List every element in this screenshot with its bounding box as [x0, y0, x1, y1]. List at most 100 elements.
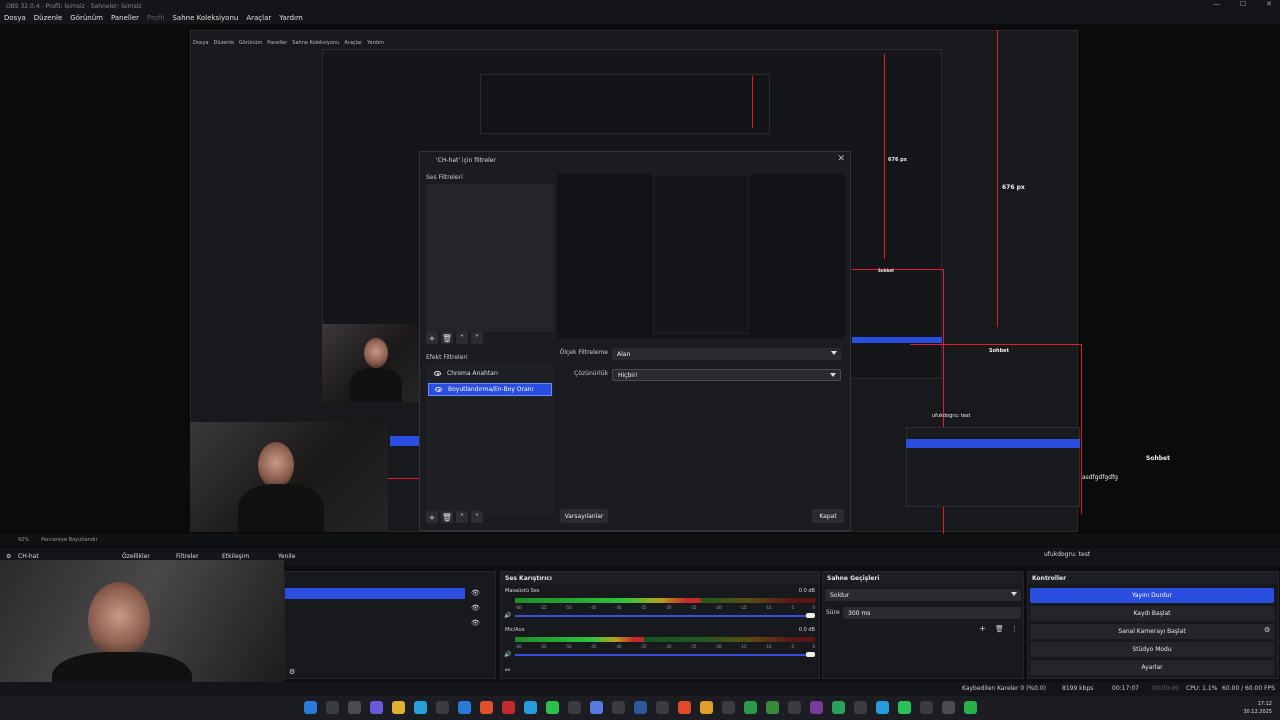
- telegram-icon[interactable]: [524, 701, 537, 714]
- volume-slider[interactable]: [515, 654, 815, 656]
- app-icon[interactable]: [458, 701, 471, 714]
- volume-knob[interactable]: [806, 652, 815, 657]
- opera-icon[interactable]: [502, 701, 515, 714]
- guide-line-vertical-2: [884, 54, 885, 259]
- app-icon[interactable]: [722, 701, 735, 714]
- app-icon[interactable]: [766, 701, 779, 714]
- menu-view[interactable]: Görünüm: [70, 14, 103, 22]
- menu-help[interactable]: Yardım: [279, 14, 303, 22]
- settings-button[interactable]: Ayarlar: [1030, 660, 1274, 675]
- properties-button[interactable]: Özellikler: [122, 553, 150, 560]
- interact-button[interactable]: Etkileşim: [222, 553, 249, 560]
- link-icon[interactable]: ⚯: [505, 667, 510, 674]
- eye-icon[interactable]: [435, 387, 442, 392]
- app-icon[interactable]: [788, 701, 801, 714]
- meter-tick: -10: [765, 605, 772, 610]
- sources-dock: 👁 👁 👁 ⚙: [284, 571, 496, 679]
- resolution-select[interactable]: Hiçbiri: [612, 369, 841, 381]
- add-icon[interactable]: +: [426, 511, 438, 523]
- filter-item-chroma[interactable]: Chroma Anahtarı: [428, 367, 552, 380]
- arrow-up-icon[interactable]: ˄: [456, 332, 468, 344]
- meter-tick: -25: [690, 605, 697, 610]
- nested-obs-window-3: [480, 74, 770, 134]
- gear-icon[interactable]: ⚙: [289, 668, 295, 676]
- whatsapp-icon[interactable]: [898, 701, 911, 714]
- app-icon[interactable]: [678, 701, 691, 714]
- app-icon[interactable]: [854, 701, 867, 714]
- taskview-icon[interactable]: [348, 701, 361, 714]
- defaults-button[interactable]: Varsayılanlar: [560, 509, 608, 523]
- dialog-close-icon[interactable]: ✕: [837, 154, 845, 164]
- app-icon[interactable]: [590, 701, 603, 714]
- edge-icon[interactable]: [414, 701, 427, 714]
- transition-select[interactable]: Soldur: [825, 589, 1021, 601]
- menu-scene-collection[interactable]: Sahne Koleksiyonu: [172, 14, 238, 22]
- channel-meter: [515, 637, 644, 642]
- stop-stream-button[interactable]: Yayını Durdur: [1030, 588, 1274, 603]
- app-icon[interactable]: [436, 701, 449, 714]
- trash-icon[interactable]: 🗑: [441, 332, 453, 344]
- folder-icon[interactable]: [392, 701, 405, 714]
- add-icon[interactable]: +: [426, 332, 438, 344]
- audio-filters-list[interactable]: [426, 184, 554, 332]
- close-icon[interactable]: ✕: [1266, 0, 1272, 8]
- eye-icon[interactable]: 👁: [471, 619, 480, 627]
- rec-time: 00:00:00: [1152, 685, 1179, 692]
- app-icon[interactable]: [876, 701, 889, 714]
- gear-icon[interactable]: ⚙: [1264, 626, 1270, 634]
- app-icon[interactable]: [700, 701, 713, 714]
- app-icon[interactable]: [810, 701, 823, 714]
- add-icon[interactable]: +: [979, 624, 986, 633]
- menu-tools[interactable]: Araçlar: [246, 14, 271, 22]
- app-icon[interactable]: [370, 701, 383, 714]
- start-recording-button[interactable]: Kaydı Başlat: [1030, 606, 1274, 621]
- arrow-up-icon[interactable]: ˄: [456, 511, 468, 523]
- app-icon[interactable]: [656, 701, 669, 714]
- studio-mode-button[interactable]: Stüdyo Modu: [1030, 642, 1274, 657]
- app-icon[interactable]: [612, 701, 625, 714]
- trash-icon[interactable]: 🗑: [995, 625, 1004, 633]
- close-button[interactable]: Kapat: [812, 509, 844, 523]
- menu-profile[interactable]: Profil: [147, 14, 164, 22]
- trash-icon[interactable]: 🗑: [441, 511, 453, 523]
- start-virtualcam-button[interactable]: Sanal Kamerayı Başlat: [1030, 624, 1274, 639]
- webcam-overlay: [0, 560, 284, 696]
- start-icon[interactable]: [304, 701, 317, 714]
- volume-knob[interactable]: [806, 613, 815, 618]
- menu-edit[interactable]: Düzenle: [34, 14, 63, 22]
- arrow-down-icon[interactable]: ˅: [471, 332, 483, 344]
- eye-icon[interactable]: [434, 371, 441, 376]
- chrome-icon[interactable]: [480, 701, 493, 714]
- refresh-button[interactable]: Yenile: [278, 553, 295, 560]
- play-icon[interactable]: [964, 701, 977, 714]
- menu-file[interactable]: Dosya: [4, 14, 26, 22]
- maximize-icon[interactable]: ☐: [1240, 0, 1246, 8]
- zoom-level[interactable]: 92%: [18, 537, 29, 543]
- obs-icon[interactable]: [942, 701, 955, 714]
- window-title: OBS 32.0.4 - Profil: İsimsiz - Sahneler:…: [6, 2, 142, 10]
- more-icon[interactable]: ⋮: [1011, 625, 1018, 633]
- eye-icon[interactable]: 👁: [471, 604, 480, 612]
- meter-tick: -50: [565, 644, 572, 649]
- spotify-icon[interactable]: [546, 701, 559, 714]
- app-icon[interactable]: [920, 701, 933, 714]
- app-icon[interactable]: [744, 701, 757, 714]
- speaker-icon[interactable]: 🔊: [504, 612, 511, 619]
- system-clock[interactable]: 17:12 30.12.2025: [1243, 700, 1272, 716]
- duration-input[interactable]: 300 ms: [843, 607, 1021, 619]
- speaker-icon[interactable]: 🔊: [504, 651, 511, 658]
- eye-icon[interactable]: 👁: [471, 589, 480, 597]
- steam-icon[interactable]: [634, 701, 647, 714]
- search-icon[interactable]: [326, 701, 339, 714]
- filter-item-scaling[interactable]: Boyutlandırma/En-Boy Oranı: [428, 383, 552, 396]
- app-icon[interactable]: [832, 701, 845, 714]
- scale-filter-select[interactable]: Alan: [612, 348, 841, 360]
- fit-to-window[interactable]: Pencereye Boyutlandır: [41, 537, 97, 543]
- minimize-icon[interactable]: —: [1213, 0, 1220, 8]
- arrow-down-icon[interactable]: ˅: [471, 511, 483, 523]
- source-selected-row[interactable]: [285, 588, 465, 599]
- app-icon[interactable]: [568, 701, 581, 714]
- filters-button[interactable]: Filtreler: [176, 553, 199, 560]
- menu-docks[interactable]: Paneller: [111, 14, 139, 22]
- volume-slider[interactable]: [515, 615, 815, 617]
